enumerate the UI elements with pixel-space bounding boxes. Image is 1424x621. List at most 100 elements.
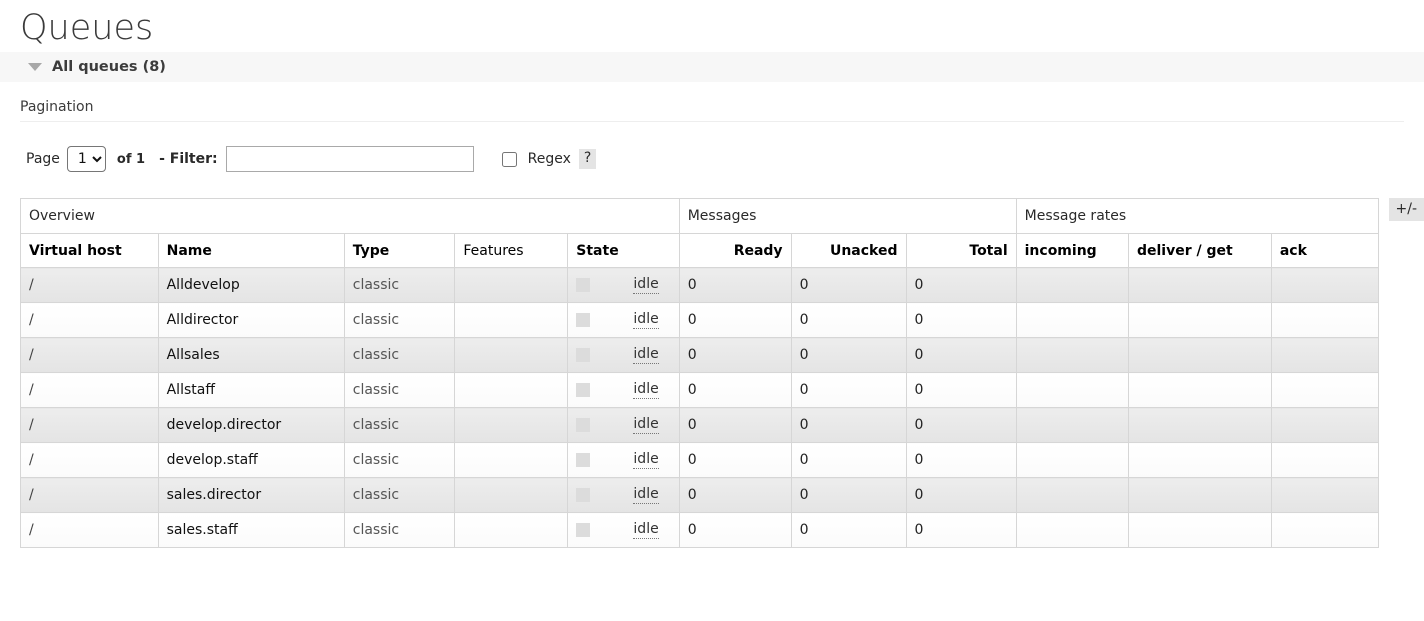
cell-deliver-get [1127,302,1272,338]
column-header-state[interactable]: State [567,233,680,268]
cell-total: 0 [905,512,1017,548]
queues-table-body: / Alldevelop classic idle 0 0 0/Alldirector cla… [20,267,1379,548]
cell-deliver-get [1127,407,1272,443]
column-header-deliver-get[interactable]: deliver / get [1127,233,1272,268]
cell-features [454,442,569,478]
cell-incoming [1015,407,1129,443]
state-indicator-icon [576,453,591,467]
cell-ready: 0 [678,477,792,513]
cell-state: idle [567,442,680,478]
cell-type: classic [343,477,456,513]
cell-features [454,337,569,373]
column-header-incoming[interactable]: incoming [1015,233,1129,268]
table-row[interactable]: / sales.staff classic idle 0 0 0 [20,512,1379,548]
cell-virtual-host: / [20,302,159,338]
column-header-ack[interactable]: ack [1270,233,1379,268]
cell-deliver-get [1127,372,1272,408]
cell-ready: 0 [678,302,792,338]
table-row[interactable]: / Allsales classic idle 0 0 0 [20,337,1379,373]
state-label[interactable]: idle [633,416,659,434]
state-indicator-icon [576,348,591,362]
cell-deliver-get [1127,477,1272,513]
cell-type: classic [343,302,456,338]
toggle-columns-button[interactable]: +/- [1388,198,1424,221]
queue-name-link[interactable]: Allstaff [157,372,345,408]
column-header-unacked[interactable]: Unacked [790,233,907,268]
state-label[interactable]: idle [633,521,659,539]
cell-features [454,267,569,303]
cell-state: idle [567,512,680,548]
filter-help-button[interactable]: ? [578,149,597,169]
state-label[interactable]: idle [633,311,659,329]
cell-features [454,302,569,338]
filter-input[interactable] [225,146,474,172]
page-select[interactable]: 1 [66,146,106,172]
column-header-virtual-host[interactable]: Virtual host [20,233,159,268]
cell-ack [1270,442,1379,478]
cell-incoming [1015,442,1129,478]
queue-name-link[interactable]: Alldirector [157,302,345,338]
page-label: Page [26,151,60,167]
table-row[interactable]: / sales.director classic idle 0 0 0 [20,477,1379,513]
cell-state: idle [567,477,680,513]
cell-virtual-host: / [20,512,159,548]
cell-ack [1270,407,1379,443]
table-row[interactable]: / Alldirector classic idle 0 0 0 [20,302,1379,338]
cell-deliver-get [1127,512,1272,548]
cell-virtual-host: / [20,442,159,478]
cell-total: 0 [905,337,1017,373]
cell-unacked: 0 [790,477,907,513]
caret-down-icon[interactable] [28,63,42,71]
column-header-total[interactable]: Total [905,233,1017,268]
table-row[interactable]: / Alldevelop classic idle 0 0 0 [20,267,1379,303]
cell-incoming [1015,337,1129,373]
column-header-features[interactable]: Features [454,233,569,268]
cell-unacked: 0 [790,337,907,373]
table-row[interactable]: / Allstaff classic idle 0 0 0 [20,372,1379,408]
cell-deliver-get [1127,267,1272,303]
cell-virtual-host: / [20,372,159,408]
queue-name-link[interactable]: Alldevelop [157,267,345,303]
state-label[interactable]: idle [633,451,659,469]
queue-name-link[interactable]: develop.staff [157,442,345,478]
cell-state: idle [567,302,680,338]
queue-name-link[interactable]: sales.director [157,477,345,513]
regex-checkbox[interactable] [501,151,517,167]
column-header-name[interactable]: Name [157,233,345,268]
column-header-ready[interactable]: Ready [678,233,792,268]
cell-features [454,512,569,548]
queue-name-link[interactable]: Allsales [157,337,345,373]
cell-deliver-get [1127,442,1272,478]
state-label[interactable]: idle [633,381,659,399]
cell-state: idle [567,267,680,303]
state-label[interactable]: idle [633,486,659,504]
state-label[interactable]: idle [633,276,659,294]
cell-virtual-host: / [20,477,159,513]
table-row[interactable]: / develop.director classic idle 0 0 0 [20,407,1379,443]
cell-ready: 0 [678,337,792,373]
queue-name-link[interactable]: develop.director [157,407,345,443]
all-queues-section-header[interactable]: All queues (8) [0,52,1424,82]
cell-type: classic [343,512,456,548]
state-label[interactable]: idle [633,346,659,364]
table-row[interactable]: / develop.staff classic idle 0 0 0 [20,442,1379,478]
cell-incoming [1015,477,1129,513]
state-indicator-icon [576,418,591,432]
state-indicator-icon [576,313,591,327]
cell-ack [1270,477,1379,513]
cell-unacked: 0 [790,267,907,303]
queues-table: Overview Messages Message rates Virtual … [20,198,1379,548]
cell-incoming [1015,372,1129,408]
cell-incoming [1015,302,1129,338]
cell-ack [1270,372,1379,408]
queues-table-head: Overview Messages Message rates Virtual … [20,198,1379,268]
cell-total: 0 [905,267,1017,303]
cell-ready: 0 [678,407,792,443]
column-header-type[interactable]: Type [343,233,456,268]
cell-type: classic [343,267,456,303]
group-header-messages: Messages [678,198,1017,234]
queue-name-link[interactable]: sales.staff [157,512,345,548]
cell-type: classic [343,372,456,408]
cell-ack [1270,337,1379,373]
cell-type: classic [343,337,456,373]
